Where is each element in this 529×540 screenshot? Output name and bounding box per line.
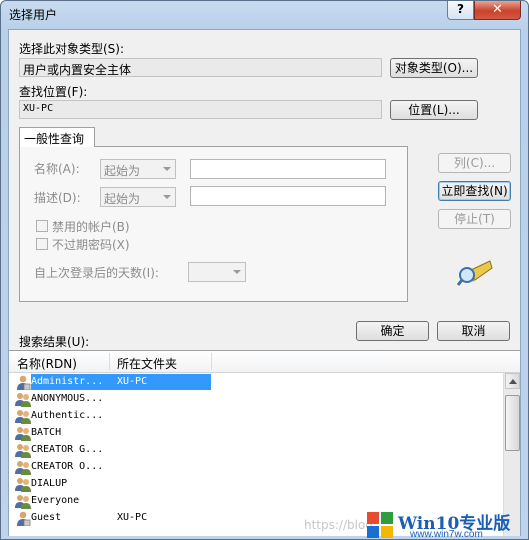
stop-button[interactable]: 停止(T) (438, 209, 511, 229)
group-icon (15, 495, 31, 509)
group-icon (15, 427, 31, 441)
search-flashlight-icon (457, 260, 493, 286)
name-label: 名称(A): (34, 162, 80, 176)
dialog-title: 选择用户 (9, 8, 58, 22)
general-query-panel: 名称(A): 起始为 描述(D): 起始为 禁用的帐户(B) 不过期密码(X) … (19, 146, 408, 302)
group-icon (15, 444, 31, 458)
group-icon (15, 410, 31, 424)
location-label: 查找位置(F): (19, 85, 88, 99)
close-button[interactable]: ✕ (474, 1, 521, 20)
description-mode-select[interactable]: 起始为 (100, 187, 176, 207)
watermark-url: https://blog (304, 518, 373, 532)
table-row[interactable]: Administr... XU-PC (9, 374, 503, 391)
table-row[interactable]: CREATOR O... (9, 459, 503, 476)
table-row[interactable]: CREATOR G... (9, 442, 503, 459)
row-folder (113, 476, 211, 492)
row-folder (113, 391, 211, 407)
row-name: CREATOR O... (31, 461, 104, 472)
column-header-name[interactable]: 名称(RDN) (17, 355, 77, 372)
title-bar[interactable]: 选择用户 ? ✕ (1, 1, 528, 29)
object-types-button[interactable]: 对象类型(O)... (390, 58, 478, 78)
table-row[interactable]: DIALUP (9, 476, 503, 493)
chevron-down-icon (233, 270, 241, 274)
single-user-icon (17, 511, 31, 526)
tab-general-query[interactable]: 一般性查询 (19, 127, 95, 147)
help-button[interactable]: ? (447, 1, 474, 20)
column-divider[interactable] (211, 353, 212, 370)
description-mode-value: 起始为 (104, 192, 141, 206)
object-type-label: 选择此对象类型(S): (19, 42, 125, 56)
table-row[interactable]: BATCH (9, 425, 503, 442)
row-name: ANONYMOUS... (31, 393, 104, 404)
name-mode-value: 起始为 (104, 164, 141, 178)
locations-button[interactable]: 位置(L)... (390, 100, 478, 120)
table-row[interactable]: Everyone (9, 493, 503, 510)
name-mode-select[interactable]: 起始为 (100, 159, 176, 179)
name-input[interactable] (190, 159, 386, 179)
disabled-accounts-label: 禁用的帐户(B) (52, 220, 130, 234)
row-name: DIALUP (31, 478, 68, 489)
arrow-up-icon (509, 379, 517, 384)
days-since-login-select[interactable] (188, 262, 246, 282)
disabled-accounts-checkbox[interactable] (36, 220, 48, 232)
select-users-dialog: 选择用户 ? ✕ 选择此对象类型(S): 用户或内置安全主体 对象类型(O)..… (0, 0, 529, 540)
row-name: Administr... (31, 374, 113, 390)
object-type-field: 用户或内置安全主体 (19, 58, 382, 77)
search-results-label: 搜索结果(U): (19, 335, 90, 349)
group-icon (15, 393, 31, 407)
location-field: XU-PC (19, 100, 382, 119)
row-folder (113, 408, 211, 424)
days-since-login-label: 自上次登录后的天数(I): (34, 266, 159, 280)
row-name: Everyone (31, 495, 80, 506)
row-folder: XU-PC (117, 512, 148, 523)
table-row[interactable]: Authentic... (9, 408, 503, 425)
row-folder (113, 442, 211, 458)
dialog-content: 选择此对象类型(S): 用户或内置安全主体 对象类型(O)... 查找位置(F)… (8, 29, 521, 536)
list-header: 名称(RDN) 所在文件夹 (9, 351, 520, 373)
non-expiring-password-checkbox[interactable] (36, 238, 48, 250)
column-header-folder[interactable]: 所在文件夹 (117, 355, 177, 372)
row-folder (113, 493, 211, 509)
row-name: Authentic... (31, 410, 104, 421)
non-expiring-password-label: 不过期密码(X) (52, 238, 130, 252)
columns-button[interactable]: 列(C)... (438, 153, 511, 173)
chevron-down-icon (163, 167, 171, 171)
ok-button[interactable]: 确定 (356, 321, 429, 341)
group-icon (15, 478, 31, 492)
chevron-down-icon (163, 195, 171, 199)
table-row[interactable]: ANONYMOUS... (9, 391, 503, 408)
group-icon (15, 461, 31, 475)
watermark-site: www.win7w.com (410, 529, 483, 540)
row-folder: XU-PC (113, 374, 211, 390)
row-folder (113, 459, 211, 475)
row-name: CREATOR G... (31, 444, 104, 455)
row-folder (113, 425, 211, 441)
single-user-icon (17, 375, 31, 390)
column-divider[interactable] (109, 353, 110, 370)
windows-logo-icon (367, 512, 393, 538)
watermark: https://blog Win10专业版 www.win7w.com (298, 509, 528, 540)
description-label: 描述(D): (34, 191, 81, 205)
cancel-button[interactable]: 取消 (437, 321, 510, 341)
scroll-up-button[interactable] (505, 373, 520, 389)
scroll-thumb[interactable] (505, 395, 520, 451)
find-now-button[interactable]: 立即查找(N) (438, 181, 511, 201)
row-name: Guest (31, 512, 62, 523)
row-name: BATCH (31, 427, 62, 438)
description-input[interactable] (190, 186, 386, 206)
